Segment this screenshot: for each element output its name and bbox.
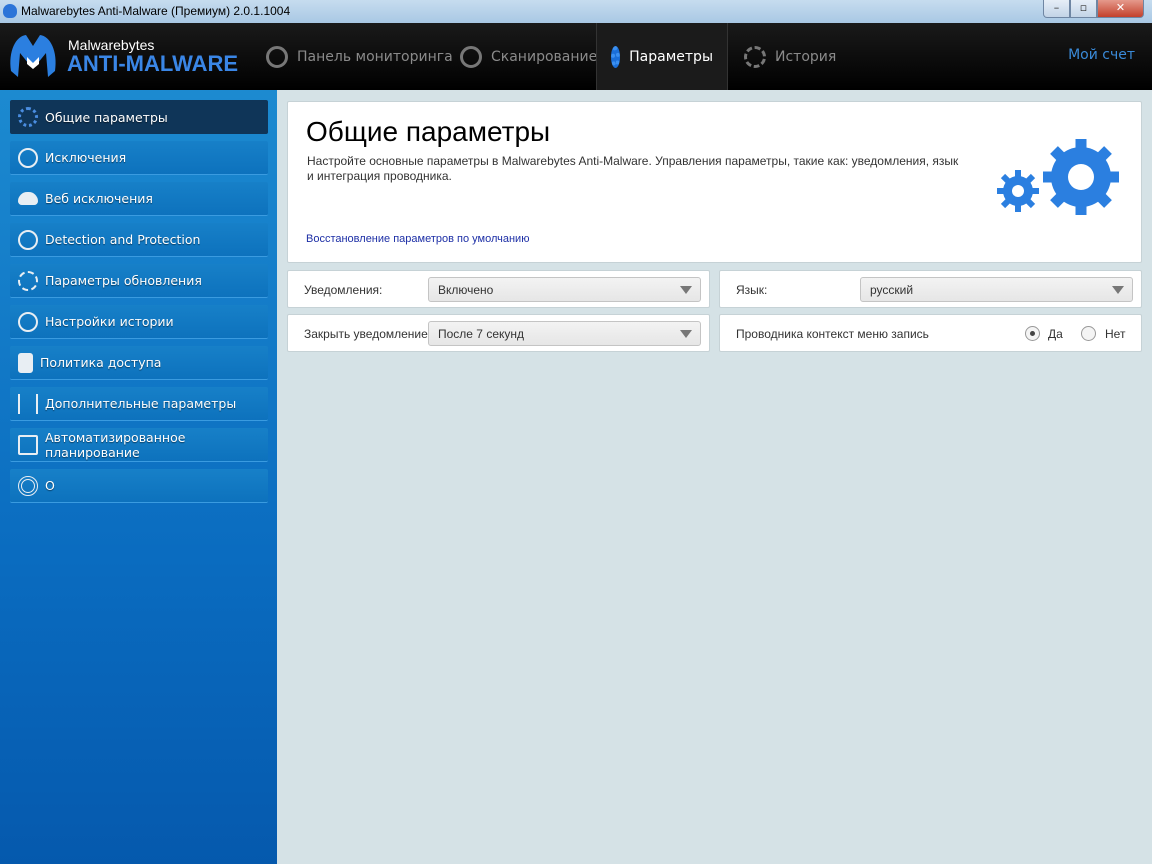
clock-icon bbox=[18, 311, 38, 332]
notifications-select[interactable]: Включено bbox=[428, 277, 701, 302]
malwarebytes-logo-icon bbox=[10, 35, 56, 77]
gears-icon bbox=[18, 107, 38, 127]
gears-icon bbox=[997, 139, 1119, 215]
sidebar-item-label: Автоматизированное планирование bbox=[45, 429, 186, 460]
notifications-value: Включено bbox=[438, 283, 494, 297]
notifications-setting: Уведомления: Включено bbox=[287, 270, 710, 308]
lifebuoy-icon bbox=[18, 475, 38, 496]
calendar-icon bbox=[18, 434, 38, 455]
chevron-down-icon bbox=[680, 286, 692, 294]
main-content: Общие параметры Настройте основные парам… bbox=[277, 90, 1152, 864]
chevron-down-icon bbox=[680, 330, 692, 338]
close-button[interactable]: ✕ bbox=[1097, 0, 1144, 18]
sidebar-item-web-exclusions[interactable]: Веб исключения bbox=[10, 182, 268, 216]
sidebar-item-label: О bbox=[45, 478, 55, 493]
sidebar-item-update-settings[interactable]: Параметры обновления bbox=[10, 264, 268, 298]
language-select[interactable]: русский bbox=[860, 277, 1133, 302]
cloud-icon bbox=[18, 192, 38, 205]
chevron-down-icon bbox=[1112, 286, 1124, 294]
context-menu-yes-radio[interactable] bbox=[1025, 326, 1040, 341]
sidebar-item-history-settings[interactable]: Настройки истории bbox=[10, 305, 268, 339]
page-description: Настройте основные параметры в Malwareby… bbox=[307, 154, 959, 183]
sidebar-item-label: Политика доступа bbox=[40, 355, 162, 370]
tab-dashboard[interactable]: Панель мониторинга bbox=[252, 23, 467, 90]
language-setting: Язык: русский bbox=[719, 270, 1142, 308]
sidebar-item-exclusions[interactable]: Исключения bbox=[10, 141, 268, 175]
general-settings-panel: Общие параметры Настройте основные парам… bbox=[287, 101, 1142, 263]
sidebar-item-label: Веб исключения bbox=[45, 191, 153, 206]
sidebar-item-label: Исключения bbox=[45, 150, 127, 165]
no-label: Нет bbox=[1105, 327, 1126, 341]
notifications-label: Уведомления: bbox=[304, 283, 383, 297]
tab-scan[interactable]: Сканирование bbox=[446, 23, 611, 90]
maximize-button[interactable]: ▫ bbox=[1070, 0, 1097, 18]
tab-label: Сканирование bbox=[491, 48, 598, 65]
close-notification-value: После 7 секунд bbox=[438, 327, 525, 341]
sidebar-item-label: Настройки истории bbox=[45, 314, 174, 329]
close-notification-setting: Закрыть уведомление После 7 секунд bbox=[287, 314, 710, 352]
sidebar: Общие параметры Исключения Веб исключени… bbox=[0, 90, 277, 864]
scan-icon bbox=[460, 45, 482, 68]
tab-label: История bbox=[775, 48, 837, 65]
close-notification-label: Закрыть уведомление bbox=[304, 327, 428, 341]
title-bar: Malwarebytes Anti-Malware (Премиум) 2.0.… bbox=[0, 0, 1152, 23]
close-notification-select[interactable]: После 7 секунд bbox=[428, 321, 701, 346]
sidebar-item-label: Общие параметры bbox=[45, 109, 168, 125]
lock-icon bbox=[18, 352, 33, 373]
sidebar-item-advanced-settings[interactable]: Дополнительные параметры bbox=[10, 387, 268, 421]
history-icon bbox=[744, 45, 766, 68]
sidebar-item-access-policy[interactable]: Политика доступа bbox=[10, 346, 268, 380]
language-value: русский bbox=[870, 283, 914, 297]
sidebar-item-scheduler[interactable]: Автоматизированное планирование bbox=[10, 428, 268, 462]
context-menu-setting: Проводника контекст меню запись Да Нет bbox=[719, 314, 1142, 352]
my-account-link[interactable]: Мой счет bbox=[1068, 47, 1135, 63]
block-icon bbox=[18, 147, 38, 168]
tab-label: Параметры bbox=[629, 48, 713, 65]
yes-label: Да bbox=[1048, 327, 1063, 341]
logo-text-large: ANTI-MALWARE bbox=[67, 51, 239, 76]
window-title: Malwarebytes Anti-Malware (Премиум) 2.0.… bbox=[21, 4, 291, 18]
sidebar-item-about[interactable]: О bbox=[10, 469, 268, 503]
restore-defaults-link[interactable]: Восстановление параметров по умолчанию bbox=[306, 233, 529, 245]
sliders-icon bbox=[18, 393, 38, 414]
context-menu-label: Проводника контекст меню запись bbox=[736, 327, 929, 341]
radar-icon bbox=[18, 229, 38, 250]
gear-icon bbox=[611, 45, 621, 68]
refresh-icon bbox=[18, 270, 38, 291]
sidebar-item-label: Дополнительные параметры bbox=[45, 396, 237, 411]
tab-settings[interactable]: Параметры bbox=[596, 23, 728, 90]
sidebar-item-detection-protection[interactable]: Detection and Protection bbox=[10, 223, 268, 257]
language-label: Язык: bbox=[736, 283, 768, 297]
sidebar-item-label: Detection and Protection bbox=[45, 232, 201, 247]
app-icon bbox=[3, 4, 17, 18]
page-title: Общие параметры bbox=[306, 116, 551, 147]
app-header: Malwarebytes ANTI-MALWARE Панель монитор… bbox=[0, 23, 1152, 90]
tab-label: Панель мониторинга bbox=[297, 48, 453, 65]
tab-history[interactable]: История bbox=[730, 23, 850, 90]
minimize-button[interactable]: – bbox=[1043, 0, 1070, 18]
sidebar-item-general[interactable]: Общие параметры bbox=[10, 100, 268, 134]
dashboard-icon bbox=[266, 45, 288, 68]
context-menu-no-radio[interactable] bbox=[1081, 326, 1096, 341]
sidebar-item-label: Параметры обновления bbox=[45, 273, 202, 288]
